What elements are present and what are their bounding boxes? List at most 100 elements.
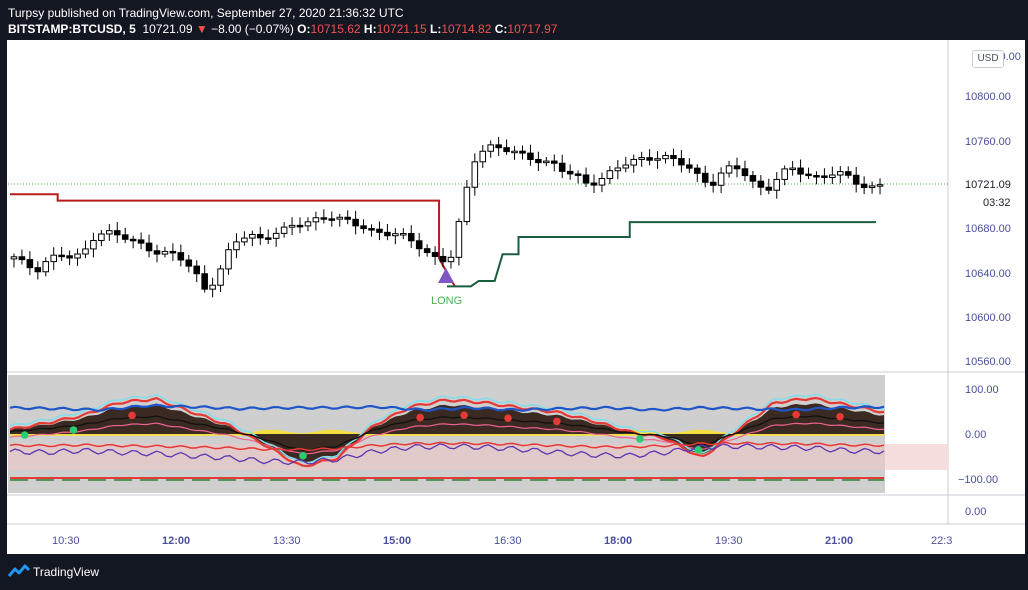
candle-body xyxy=(495,144,502,149)
candle-body xyxy=(606,170,614,180)
candle-body xyxy=(455,221,463,258)
candle-body xyxy=(42,261,50,273)
candle-body xyxy=(630,158,637,166)
candle-body xyxy=(106,230,113,235)
candle-body xyxy=(535,158,542,164)
candle-body xyxy=(177,252,185,261)
candle-body xyxy=(161,250,169,255)
candle-body xyxy=(487,144,494,152)
candle-body xyxy=(82,248,89,255)
candle-body xyxy=(741,168,749,177)
candle-body xyxy=(407,232,415,242)
candle-body xyxy=(344,216,351,220)
candle-body xyxy=(868,185,876,189)
candle-body xyxy=(701,172,709,183)
candle-body xyxy=(153,250,161,255)
buy-dot xyxy=(636,435,644,443)
candle-body xyxy=(272,232,280,239)
candle-body xyxy=(209,284,216,290)
tradingview-logo-icon xyxy=(8,564,30,577)
time-tick-label: 21:00 xyxy=(825,535,853,547)
candle-body xyxy=(678,158,685,166)
candle-body xyxy=(781,168,788,180)
candle-body xyxy=(829,174,836,178)
candle-body xyxy=(26,259,34,269)
candle-body xyxy=(304,221,312,227)
footer-bar xyxy=(0,554,1028,590)
candle-body xyxy=(789,167,796,171)
candle-body xyxy=(821,175,828,178)
candle-body xyxy=(90,239,97,250)
oscillator-band-extension xyxy=(885,444,948,470)
candle-body xyxy=(717,172,725,186)
candle-body xyxy=(479,150,487,163)
chart-canvas[interactable]: LONG 10800.00 10760.00 10680.00 10640.00… xyxy=(0,0,1028,590)
candle-body xyxy=(18,256,26,261)
time-axis: 10:30 12:00 13:30 15:00 16:30 18:00 19:30 21:00… xyxy=(52,535,952,547)
candle-body xyxy=(590,182,598,186)
candle-body xyxy=(463,186,471,223)
candle-body xyxy=(50,254,57,263)
current-price-axis-label: 10721.09 xyxy=(965,179,1011,191)
red-trail-line xyxy=(10,193,456,287)
candle-body xyxy=(471,161,479,188)
candle-body xyxy=(654,158,661,161)
time-tick-label: 12:00 xyxy=(162,535,190,547)
candle-body xyxy=(860,183,868,189)
oscillator-lower-band xyxy=(8,444,885,470)
time-tick-label: 13:30 xyxy=(273,535,301,547)
long-signal-marker-icon xyxy=(438,268,454,283)
candle-body xyxy=(360,225,367,230)
osc-tick-label: −100.00 xyxy=(958,474,998,486)
candle-body xyxy=(566,170,574,175)
candle-body xyxy=(431,252,439,257)
candle-body xyxy=(145,242,153,252)
candle-body xyxy=(193,265,200,275)
candle-body xyxy=(519,150,526,154)
osc-tick-label: 100.00 xyxy=(965,384,999,396)
sell-dot xyxy=(792,410,800,419)
currency-button[interactable]: USD xyxy=(972,50,1004,68)
candle-body xyxy=(543,160,550,164)
time-tick-label: 19:30 xyxy=(715,535,743,547)
price-tick-label: 10560.00 xyxy=(965,356,1011,368)
candle-body xyxy=(447,256,455,263)
candle-body xyxy=(328,218,336,221)
sell-dot xyxy=(460,411,468,420)
candle-body xyxy=(638,157,645,160)
candle-body xyxy=(137,239,145,244)
candle-body xyxy=(423,248,431,254)
candle-body xyxy=(368,228,375,231)
candle-body xyxy=(773,178,781,191)
price-tick-label: 10680.00 xyxy=(965,223,1011,235)
candle-body xyxy=(10,256,18,260)
candle-body xyxy=(709,181,717,186)
time-tick-label: 16:30 xyxy=(494,535,522,547)
candle-body xyxy=(264,237,272,240)
candle-body xyxy=(582,174,590,184)
candle-body xyxy=(376,228,383,233)
candle-body xyxy=(217,268,224,286)
candle-body xyxy=(320,217,328,220)
long-signal-label: LONG xyxy=(431,295,462,307)
time-tick-label: 18:00 xyxy=(604,535,632,547)
time-tick-label: 10:30 xyxy=(52,535,80,547)
candle-body xyxy=(757,180,765,188)
candle-body xyxy=(233,241,240,251)
candle-body xyxy=(312,217,320,223)
candle-body xyxy=(614,167,622,172)
candle-body xyxy=(646,157,653,161)
candle-body xyxy=(662,155,669,160)
candle-body xyxy=(288,224,296,228)
sell-dot xyxy=(836,412,844,421)
buy-dot xyxy=(20,431,29,439)
time-tick-label: 15:00 xyxy=(383,535,411,547)
sell-dot xyxy=(128,411,136,420)
price-tick-label: 10800.00 xyxy=(965,91,1011,103)
candle-body xyxy=(249,233,256,239)
candle-body xyxy=(550,160,558,164)
candle-body xyxy=(844,171,852,176)
candle-body xyxy=(805,173,812,177)
candle-body xyxy=(113,230,121,236)
green-trail-line xyxy=(447,221,877,288)
